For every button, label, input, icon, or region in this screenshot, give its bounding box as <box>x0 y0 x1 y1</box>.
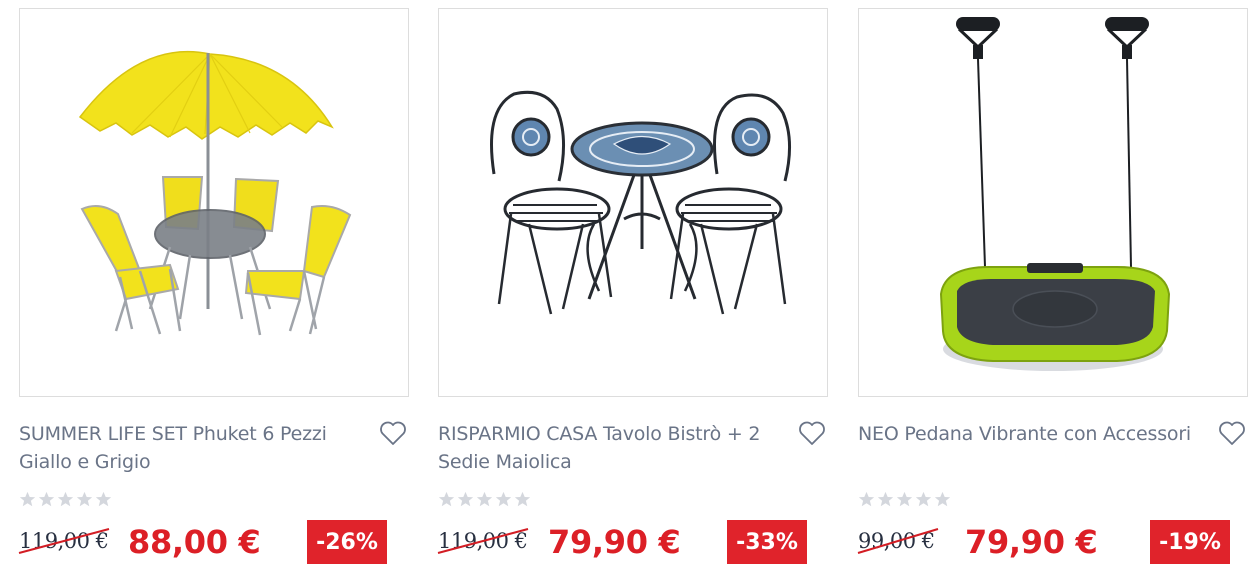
rating-stars <box>19 491 112 509</box>
star-icon <box>57 491 74 507</box>
old-price: 99,00 € <box>857 527 939 555</box>
product-card-1[interactable]: SUMMER LIFE SET Phuket 6 Pezzi Giallo e … <box>18 8 409 568</box>
old-price: 119,00 € <box>437 527 529 555</box>
star-icon <box>476 491 493 507</box>
star-icon <box>877 491 894 507</box>
old-price-value: 119,00 € <box>19 529 109 553</box>
product-title[interactable]: SUMMER LIFE SET Phuket 6 Pezzi Giallo e … <box>19 420 371 476</box>
rating-stars <box>858 491 951 509</box>
star-icon <box>438 491 455 507</box>
discount-badge: -19% <box>1150 520 1230 564</box>
star-icon <box>934 491 951 507</box>
product-title[interactable]: RISPARMIO CASA Tavolo Bistrò + 2 Sedie M… <box>438 420 790 476</box>
vibration-platform-image <box>939 17 1171 371</box>
star-icon <box>38 491 55 507</box>
star-icon <box>514 491 531 507</box>
product-image-1[interactable] <box>19 8 409 397</box>
wishlist-heart-icon[interactable] <box>379 420 407 446</box>
star-icon <box>858 491 875 507</box>
sale-price: 79,90 € <box>548 523 681 561</box>
discount-badge: -26% <box>307 520 387 564</box>
star-icon <box>896 491 913 507</box>
star-icon <box>76 491 93 507</box>
bistro-set-image <box>490 90 792 315</box>
old-price-value: 99,00 € <box>858 529 935 553</box>
product-image-2[interactable] <box>438 8 828 397</box>
wishlist-heart-icon[interactable] <box>1218 420 1246 446</box>
old-price: 119,00 € <box>18 527 110 555</box>
star-icon <box>19 491 36 507</box>
sale-price: 88,00 € <box>128 523 261 561</box>
star-icon <box>495 491 512 507</box>
star-icon <box>457 491 474 507</box>
product-card-3[interactable]: NEO Pedana Vibrante con Accessori 99,00 … <box>857 8 1248 568</box>
discount-badge: -33% <box>727 520 807 564</box>
product-card-2[interactable]: RISPARMIO CASA Tavolo Bistrò + 2 Sedie M… <box>437 8 828 568</box>
rating-stars <box>438 491 531 509</box>
wishlist-heart-icon[interactable] <box>798 420 826 446</box>
star-icon <box>95 491 112 507</box>
sale-price: 79,90 € <box>965 523 1098 561</box>
patio-set-image <box>78 50 352 336</box>
product-title[interactable]: NEO Pedana Vibrante con Accessori <box>858 420 1210 448</box>
product-image-3[interactable] <box>858 8 1248 397</box>
star-icon <box>915 491 932 507</box>
old-price-value: 119,00 € <box>438 529 528 553</box>
